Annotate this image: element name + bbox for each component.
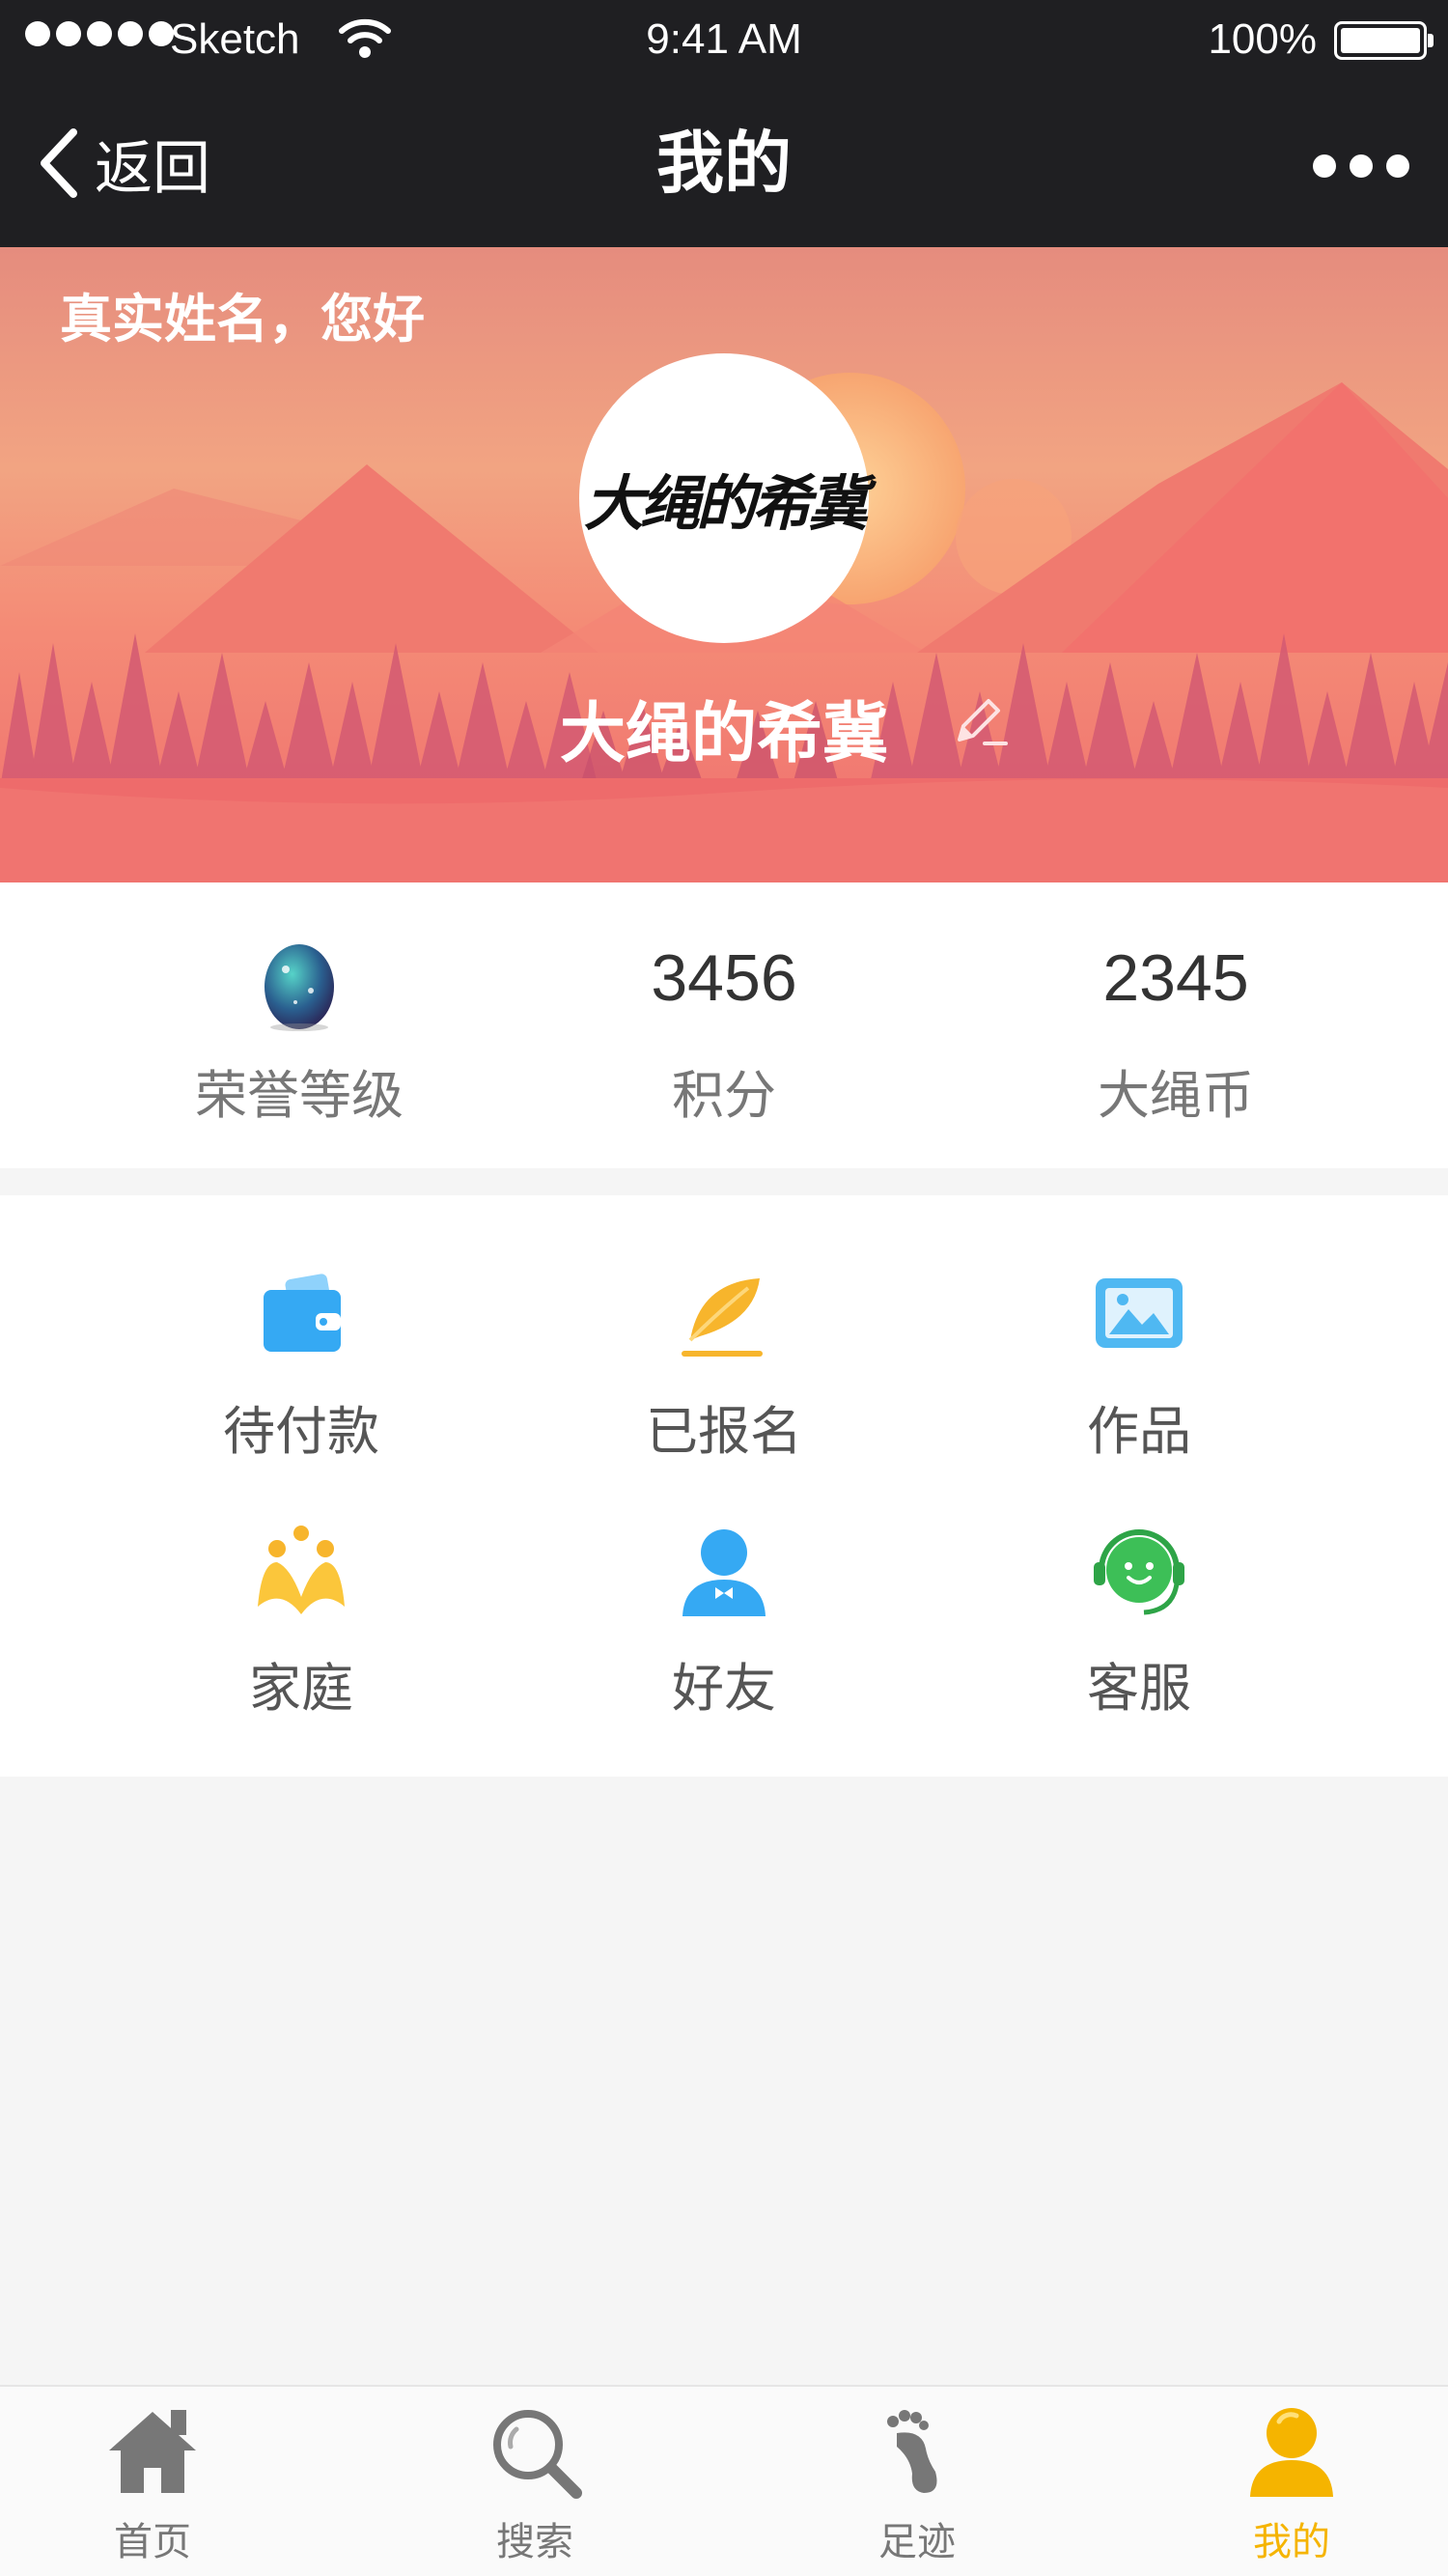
menu-item-label: 客服 xyxy=(1087,1658,1191,1719)
nickname: 大绳的希冀 xyxy=(559,696,888,772)
more-options-button[interactable] xyxy=(1313,154,1409,178)
avatar-logo: 大绳的希冀 xyxy=(583,468,868,539)
stat-label: 荣誉等级 xyxy=(195,1065,404,1126)
edit-pencil-icon[interactable] xyxy=(950,691,1012,757)
function-menu: 待付款 已报名 作品 家庭 好友 客服 xyxy=(0,1195,1448,1777)
tab-mine[interactable]: 我的 xyxy=(1147,2387,1436,2576)
battery-icon xyxy=(1334,21,1434,60)
navigation-bar: 返回 我的 xyxy=(0,83,1448,247)
status-bar: Sketch 9:41 AM 100% xyxy=(0,0,1448,83)
menu-item-label: 待付款 xyxy=(223,1401,379,1462)
stat-label: 大绳币 xyxy=(1098,1065,1254,1126)
wallet-icon xyxy=(264,1274,341,1352)
home-icon xyxy=(109,2410,196,2493)
greeting-text: 真实姓名，您好 xyxy=(60,289,425,350)
stat-coins[interactable]: 2345 大绳币 xyxy=(934,882,1417,1168)
user-icon xyxy=(1250,2408,1333,2497)
picture-icon xyxy=(1096,1278,1183,1348)
stat-value: 2345 xyxy=(1102,941,1249,1015)
tab-label: 足迹 xyxy=(878,2520,956,2564)
stat-points[interactable]: 3456 积分 xyxy=(483,882,965,1168)
headset-icon xyxy=(1094,1529,1184,1615)
search-icon xyxy=(493,2410,582,2499)
menu-item-label: 作品 xyxy=(1087,1401,1191,1462)
battery-percentage: 100% xyxy=(1208,15,1317,63)
more-dot-icon xyxy=(1386,154,1409,178)
menu-item-family[interactable]: 家庭 xyxy=(147,1520,456,1742)
footprint-icon xyxy=(887,2410,937,2493)
tab-label: 我的 xyxy=(1253,2520,1330,2564)
tab-home[interactable]: 首页 xyxy=(8,2387,297,2576)
feather-icon xyxy=(682,1278,763,1357)
menu-item-label: 已报名 xyxy=(646,1401,802,1462)
profile-banner: 真实姓名，您好 大绳的希冀 大绳的希冀 xyxy=(0,247,1448,882)
menu-item-registered[interactable]: 已报名 xyxy=(570,1263,878,1485)
page-title: 我的 xyxy=(656,124,792,203)
menu-item-works[interactable]: 作品 xyxy=(985,1263,1294,1485)
avatar[interactable]: 大绳的希冀 xyxy=(579,353,869,643)
tab-label: 首页 xyxy=(114,2520,191,2564)
friend-icon xyxy=(682,1529,766,1616)
menu-item-customer-service[interactable]: 客服 xyxy=(985,1520,1294,1742)
menu-item-pending-payment[interactable]: 待付款 xyxy=(147,1263,456,1485)
stat-label: 积分 xyxy=(672,1065,776,1126)
tab-bar: 首页 搜索 足迹 我的 xyxy=(0,2385,1448,2576)
egg-badge-icon xyxy=(265,944,334,1031)
stat-honor-level[interactable]: 荣誉等级 xyxy=(58,882,541,1168)
menu-item-label: 好友 xyxy=(672,1658,776,1719)
stat-value: 3456 xyxy=(651,941,797,1015)
stats-panel: 荣誉等级 3456 积分 2345 大绳币 xyxy=(0,882,1448,1168)
menu-item-label: 家庭 xyxy=(249,1658,353,1719)
menu-item-friends[interactable]: 好友 xyxy=(570,1520,878,1742)
more-dot-icon xyxy=(1350,154,1373,178)
family-icon xyxy=(258,1526,345,1614)
more-dot-icon xyxy=(1313,154,1336,178)
tab-footprints[interactable]: 足迹 xyxy=(772,2387,1062,2576)
tab-search[interactable]: 搜索 xyxy=(390,2387,680,2576)
tab-label: 搜索 xyxy=(496,2520,573,2564)
